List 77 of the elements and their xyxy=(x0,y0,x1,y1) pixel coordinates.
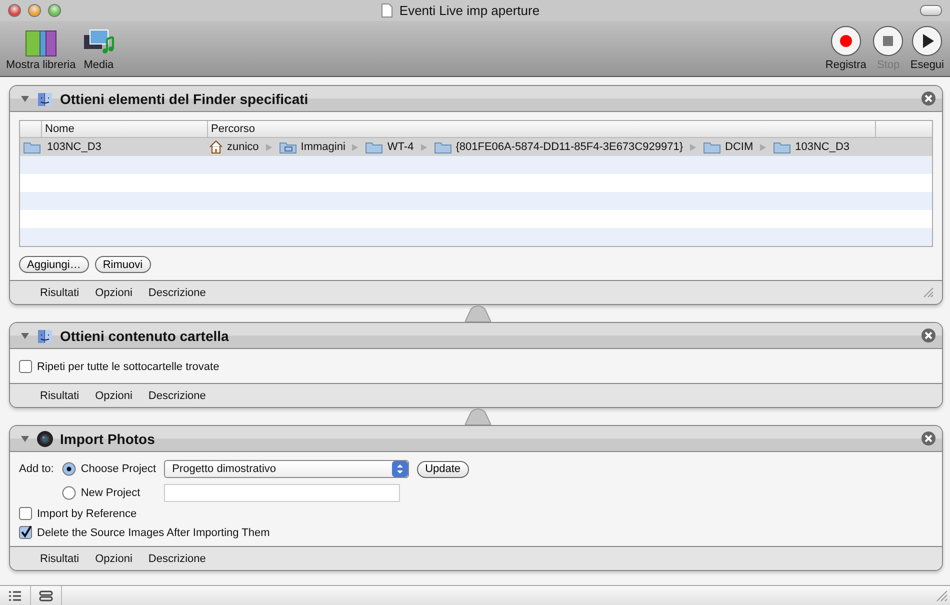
radio-label: Choose Project xyxy=(80,463,156,475)
path-separator-icon xyxy=(266,144,272,150)
path-separator-icon xyxy=(760,144,766,150)
toolbar-button[interactable]: Registra xyxy=(825,59,866,72)
resize-grip-icon[interactable] xyxy=(936,590,948,602)
workflow-view-icon[interactable] xyxy=(39,590,53,602)
home-icon xyxy=(209,140,223,154)
folder-icon xyxy=(434,140,452,154)
checkbox[interactable] xyxy=(19,507,32,520)
checkbox-label: Delete the Source Images After Importing Them xyxy=(37,526,270,538)
footer-tab[interactable]: Opzioni xyxy=(95,286,132,298)
toolbar-toggle-button[interactable] xyxy=(920,5,942,16)
action-title: Import Photos xyxy=(60,430,155,446)
close-icon[interactable] xyxy=(921,91,936,106)
path-separator-icon xyxy=(690,144,696,150)
disclosure-triangle[interactable] xyxy=(20,434,30,444)
folder-icon xyxy=(365,140,384,154)
checkbox-label: Ripeti per tutte le sottocartelle trovate xyxy=(37,360,220,372)
path-segment[interactable]: zunico xyxy=(227,141,259,153)
footer-tab[interactable]: Descrizione xyxy=(148,286,206,298)
toolbar-button[interactable]: Media xyxy=(84,59,114,72)
stop-icon xyxy=(872,25,904,57)
footer-tab[interactable]: Risultati xyxy=(40,390,80,402)
connector-notch xyxy=(465,305,491,322)
checkbox[interactable] xyxy=(19,526,32,539)
lens-icon xyxy=(36,430,54,448)
popup-arrows-icon xyxy=(392,461,408,477)
close-button[interactable] xyxy=(8,4,21,18)
action-button[interactable]: Rimuovi xyxy=(94,256,151,273)
path-segment[interactable]: Immagini xyxy=(300,141,346,153)
list-view-icon[interactable] xyxy=(8,590,22,602)
disclosure-triangle[interactable] xyxy=(20,94,30,104)
path-segment[interactable]: WT-4 xyxy=(387,141,414,153)
footer-tab[interactable]: Descrizione xyxy=(148,552,206,564)
update-button[interactable]: Update xyxy=(417,460,469,478)
action-title: Ottieni contenuto cartella xyxy=(60,328,229,344)
project-name-field[interactable] xyxy=(164,484,400,502)
document-icon xyxy=(381,3,394,18)
folder-icon xyxy=(703,140,721,154)
path-segment[interactable]: {801FE06A-5874-DD11-85F4-3E673C929971} xyxy=(456,141,683,153)
close-icon[interactable] xyxy=(921,328,936,343)
column-header[interactable]: Percorso xyxy=(208,121,876,137)
path-separator-icon xyxy=(352,144,358,150)
disclosure-triangle[interactable] xyxy=(20,330,30,340)
field-label: Add to: xyxy=(19,463,54,475)
connector-notch xyxy=(465,408,491,425)
folder-icon xyxy=(773,140,792,154)
path-segment[interactable]: 103NC_D3 xyxy=(795,141,850,153)
radio-button[interactable] xyxy=(62,486,76,500)
column-header[interactable]: Nome xyxy=(42,121,208,137)
play-icon xyxy=(911,25,944,57)
footer-tab[interactable]: Descrizione xyxy=(148,390,206,402)
checkbox-label: Import by Reference xyxy=(37,508,137,520)
resize-grip-icon[interactable] xyxy=(923,287,934,298)
footer-tab[interactable]: Opzioni xyxy=(95,390,132,402)
toolbar-button[interactable]: Esegui xyxy=(910,59,944,72)
minimize-button[interactable] xyxy=(28,4,41,18)
zoom-button[interactable] xyxy=(48,4,61,18)
close-icon[interactable] xyxy=(921,431,936,446)
toolbar-button[interactable]: Mostra libreria xyxy=(6,59,76,72)
radio-label: New Project xyxy=(80,487,140,499)
radio-button[interactable] xyxy=(62,462,76,476)
action-button[interactable]: Aggiungi… xyxy=(19,256,89,273)
path-separator-icon xyxy=(420,144,427,150)
path-segment[interactable]: DCIM xyxy=(725,141,754,153)
record-icon xyxy=(830,25,862,57)
action-title: Ottieni elementi del Finder specificati xyxy=(60,90,308,106)
window-title: Eventi Live imp aperture xyxy=(399,3,540,18)
folder-icon xyxy=(23,140,41,154)
project-popup[interactable]: Progetto dimostrativo xyxy=(164,460,410,478)
folder-icon xyxy=(278,140,297,154)
footer-tab[interactable]: Opzioni xyxy=(95,552,132,564)
footer-tab[interactable]: Risultati xyxy=(40,552,80,564)
checkbox[interactable] xyxy=(19,360,32,373)
table-row[interactable]: 103NC_D3 zunico Immagini WT-4 {801FE06A-5874-DD11-85F4-3E673C929971} DCIM 103NC_D3 xyxy=(20,138,932,156)
file-name: 103NC_D3 xyxy=(47,141,102,153)
footer-tab[interactable]: Risultati xyxy=(40,286,80,298)
